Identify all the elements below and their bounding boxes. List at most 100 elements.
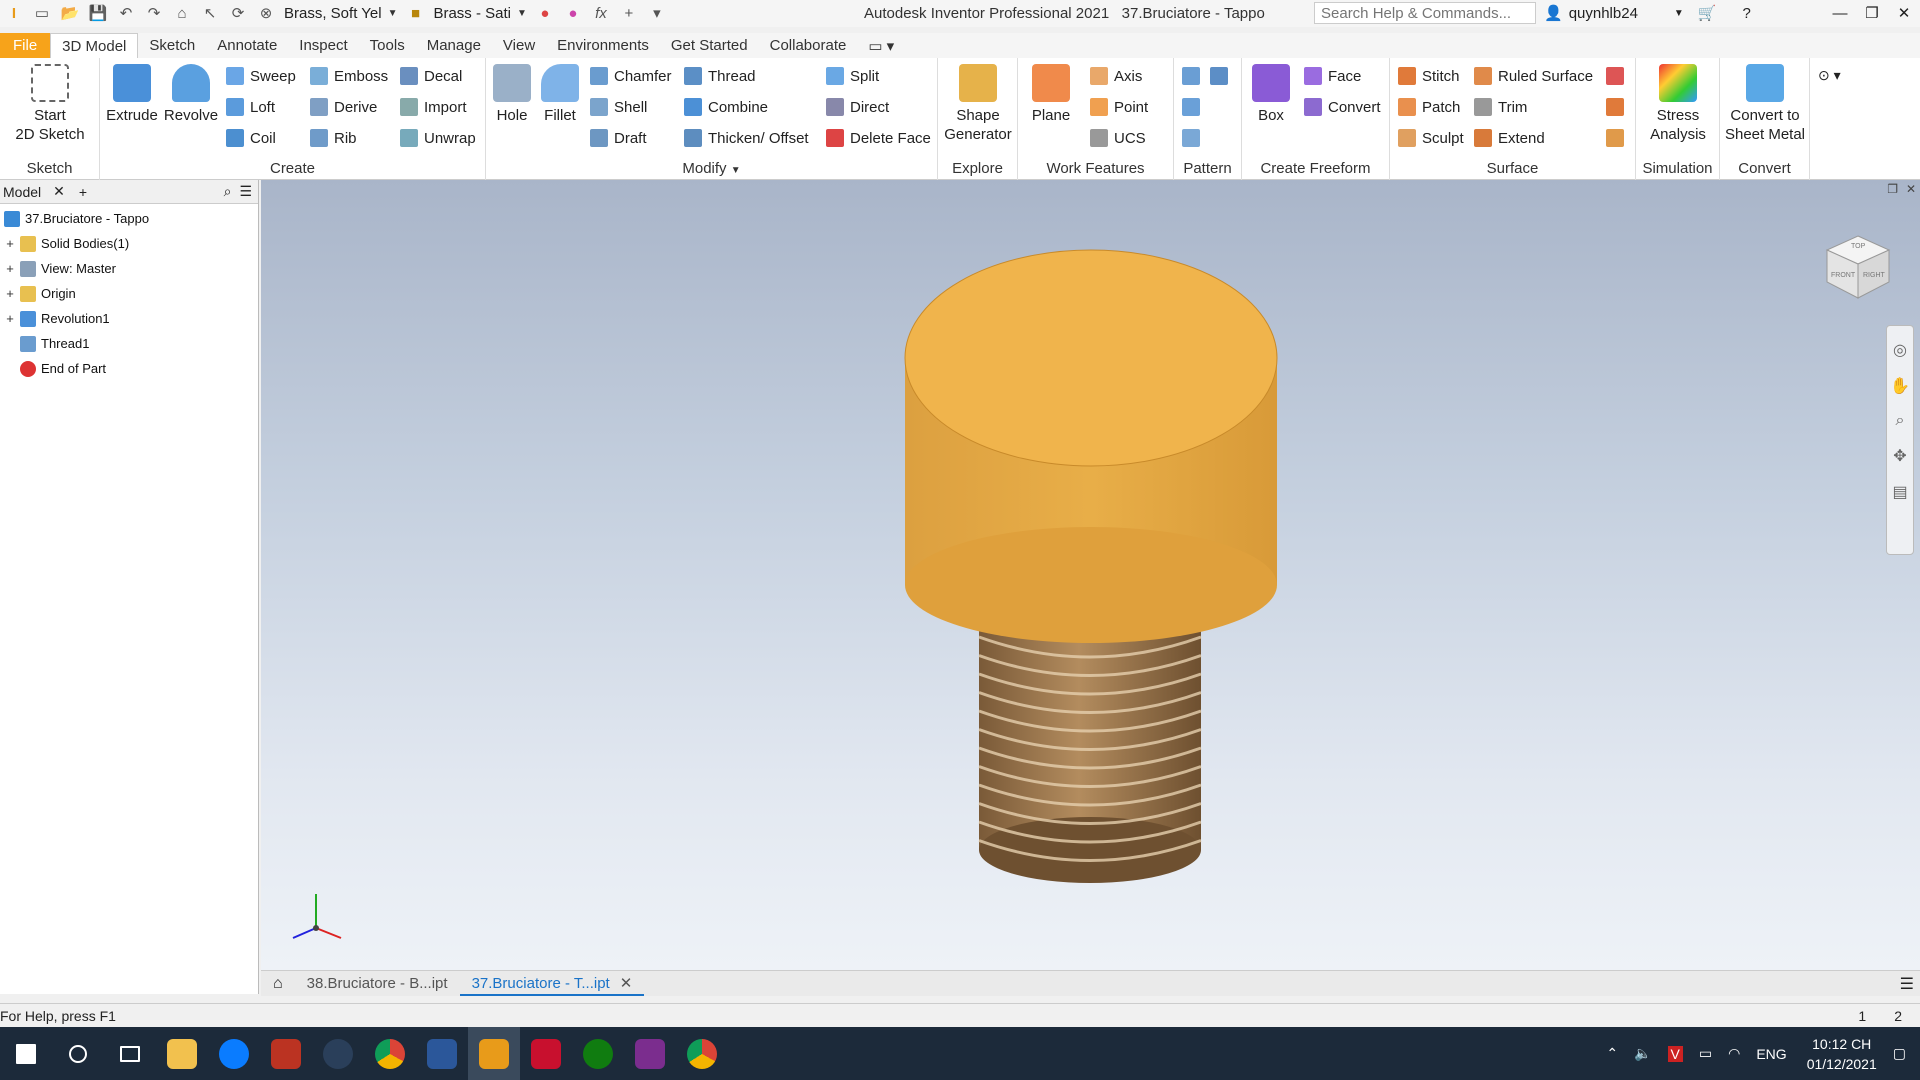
inventor-logo-icon[interactable]: I — [3, 4, 25, 24]
emboss-button[interactable]: Emboss — [310, 67, 388, 85]
stitch-button[interactable]: Stitch — [1398, 67, 1460, 85]
ruled-surface-button[interactable]: Ruled Surface — [1474, 67, 1593, 85]
look-at-icon[interactable]: ▤ — [1892, 482, 1907, 502]
tree-item-solid-bodies[interactable]: + Solid Bodies(1) — [0, 231, 258, 256]
zoom-icon[interactable]: ⌕ — [1896, 412, 1905, 430]
wifi-icon[interactable]: ◠ — [1728, 1045, 1740, 1062]
fillet-button[interactable]: Fillet — [538, 64, 582, 125]
cart-icon[interactable]: 🛒 — [1698, 4, 1717, 22]
surface-tool-2-button[interactable] — [1606, 98, 1630, 116]
redo-icon[interactable]: ↷ — [143, 4, 165, 24]
taskbar-steam[interactable] — [312, 1027, 364, 1080]
tabs-menu-icon[interactable]: ☰ — [1900, 974, 1914, 994]
tab-file[interactable]: File — [0, 33, 51, 58]
start-2d-sketch-button[interactable]: Start 2D Sketch — [10, 64, 90, 144]
plane-button[interactable]: Plane — [1026, 64, 1076, 125]
user-account[interactable]: 👤 quynhlb24 ▼ 🛒? — [1544, 4, 1751, 23]
notifications-icon[interactable]: ▢ — [1893, 1045, 1906, 1062]
open-icon[interactable]: 📂 — [59, 4, 81, 24]
decal-button[interactable]: Decal — [400, 67, 462, 85]
ribbon-options-button[interactable]: ⊙ ▾ — [1818, 67, 1841, 84]
search-icon[interactable]: ⌕ — [224, 183, 232, 200]
tree-item-end-of-part[interactable]: End of Part — [0, 356, 258, 381]
extrude-button[interactable]: Extrude — [106, 64, 158, 125]
taskbar-autocad[interactable] — [520, 1027, 572, 1080]
taskbar-app-red[interactable] — [260, 1027, 312, 1080]
fx-parameters-icon[interactable]: fx — [590, 4, 612, 24]
sketch-pattern-button[interactable] — [1182, 129, 1206, 147]
antivirus-icon[interactable]: V — [1667, 1045, 1683, 1062]
tree-item-origin[interactable]: + Origin — [0, 281, 258, 306]
tab-environments[interactable]: Environments — [546, 33, 660, 58]
rib-button[interactable]: Rib — [310, 129, 357, 147]
browser-tab-model[interactable]: Model — [3, 184, 41, 200]
customize-icon[interactable]: ▾ — [646, 4, 668, 24]
stress-analysis-button[interactable]: Stress Analysis — [1640, 64, 1716, 144]
clock[interactable]: 10:12 CH 01/12/2021 — [1807, 1034, 1877, 1074]
add-browser-icon[interactable]: + — [79, 184, 87, 200]
battery-icon[interactable]: ▭ — [1699, 1045, 1712, 1062]
import-button[interactable]: Import — [400, 98, 467, 116]
delete-face-button[interactable]: Delete Face — [826, 129, 931, 147]
sculpt-button[interactable]: Sculpt — [1398, 129, 1464, 147]
undo-icon[interactable]: ↶ — [115, 4, 137, 24]
home-icon[interactable]: ⌂ — [171, 4, 193, 24]
close-icon[interactable]: ✕ — [1888, 0, 1920, 27]
coil-button[interactable]: Coil — [226, 129, 276, 147]
clear-appearance-icon[interactable]: ● — [562, 4, 584, 24]
expand-icon[interactable]: + — [4, 311, 16, 326]
extend-button[interactable]: Extend — [1474, 129, 1545, 147]
taskbar-xbox[interactable] — [572, 1027, 624, 1080]
new-file-icon[interactable]: ▭ — [31, 4, 53, 24]
panel-title-modify[interactable]: Modify ▼ — [486, 160, 937, 177]
draft-button[interactable]: Draft — [590, 129, 647, 147]
tab-get-started[interactable]: Get Started — [660, 33, 759, 58]
tree-item-revolution1[interactable]: + Revolution1 — [0, 306, 258, 331]
taskbar-chrome[interactable] — [364, 1027, 416, 1080]
taskbar-search-button[interactable] — [52, 1027, 104, 1080]
revolve-button[interactable]: Revolve — [162, 64, 220, 125]
tree-item-view-master[interactable]: + View: Master — [0, 256, 258, 281]
tab-view[interactable]: View — [492, 33, 546, 58]
appearance-select[interactable]: Brass - Sati ▼ — [429, 3, 530, 25]
close-icon[interactable]: ✕ — [53, 183, 65, 200]
maximize-view-icon[interactable]: ❐ — [1887, 182, 1898, 196]
patch-button[interactable]: Patch — [1398, 98, 1460, 116]
mirror-button[interactable] — [1210, 67, 1234, 85]
tree-item-thread1[interactable]: Thread1 — [0, 331, 258, 356]
steering-wheel-icon[interactable]: ◎ — [1893, 340, 1907, 360]
taskbar-chrome-2[interactable] — [676, 1027, 728, 1080]
point-button[interactable]: Point — [1090, 98, 1148, 116]
select-icon[interactable]: ↖ — [199, 4, 221, 24]
derive-button[interactable]: Derive — [310, 98, 377, 116]
circular-pattern-button[interactable] — [1182, 98, 1206, 116]
help-icon[interactable]: ? — [1743, 5, 1751, 22]
close-view-icon[interactable]: ✕ — [1906, 182, 1916, 196]
graphics-viewport[interactable]: TOP FRONT RIGHT ◎ ✋ ⌕ ✥ ▤ ❐ ✕ — [261, 180, 1920, 970]
chamfer-button[interactable]: Chamfer — [590, 67, 672, 85]
combine-button[interactable]: Combine — [684, 98, 768, 116]
split-button[interactable]: Split — [826, 67, 879, 85]
save-icon[interactable]: 💾 — [87, 4, 109, 24]
tree-item-part[interactable]: 37.Bruciatore - Tappo — [0, 206, 258, 231]
thread-button[interactable]: Thread — [684, 67, 756, 85]
expand-icon[interactable]: + — [4, 236, 16, 251]
task-view-button[interactable] — [104, 1027, 156, 1080]
taskbar-zalo[interactable] — [208, 1027, 260, 1080]
tab-options-icon[interactable]: ▭ ▾ — [857, 33, 905, 58]
direct-button[interactable]: Direct — [826, 98, 889, 116]
part-head[interactable] — [904, 249, 1278, 643]
material-sphere-icon[interactable]: ⊗ — [255, 4, 277, 24]
chevron-up-icon[interactable]: ⌃ — [1606, 1045, 1618, 1062]
model-canvas[interactable] — [261, 180, 1920, 970]
color-override-icon[interactable]: ● — [534, 4, 556, 24]
tab-tools[interactable]: Tools — [359, 33, 416, 58]
expand-icon[interactable]: + — [4, 261, 16, 276]
freeform-face-button[interactable]: Face — [1304, 67, 1361, 85]
taskbar-file-explorer[interactable] — [156, 1027, 208, 1080]
freeform-convert-button[interactable]: Convert — [1304, 98, 1381, 116]
orbit-icon[interactable]: ✥ — [1893, 446, 1906, 466]
surface-tool-3-button[interactable] — [1606, 129, 1630, 147]
rectangular-pattern-button[interactable] — [1182, 67, 1206, 85]
minimize-icon[interactable]: — — [1824, 0, 1856, 27]
